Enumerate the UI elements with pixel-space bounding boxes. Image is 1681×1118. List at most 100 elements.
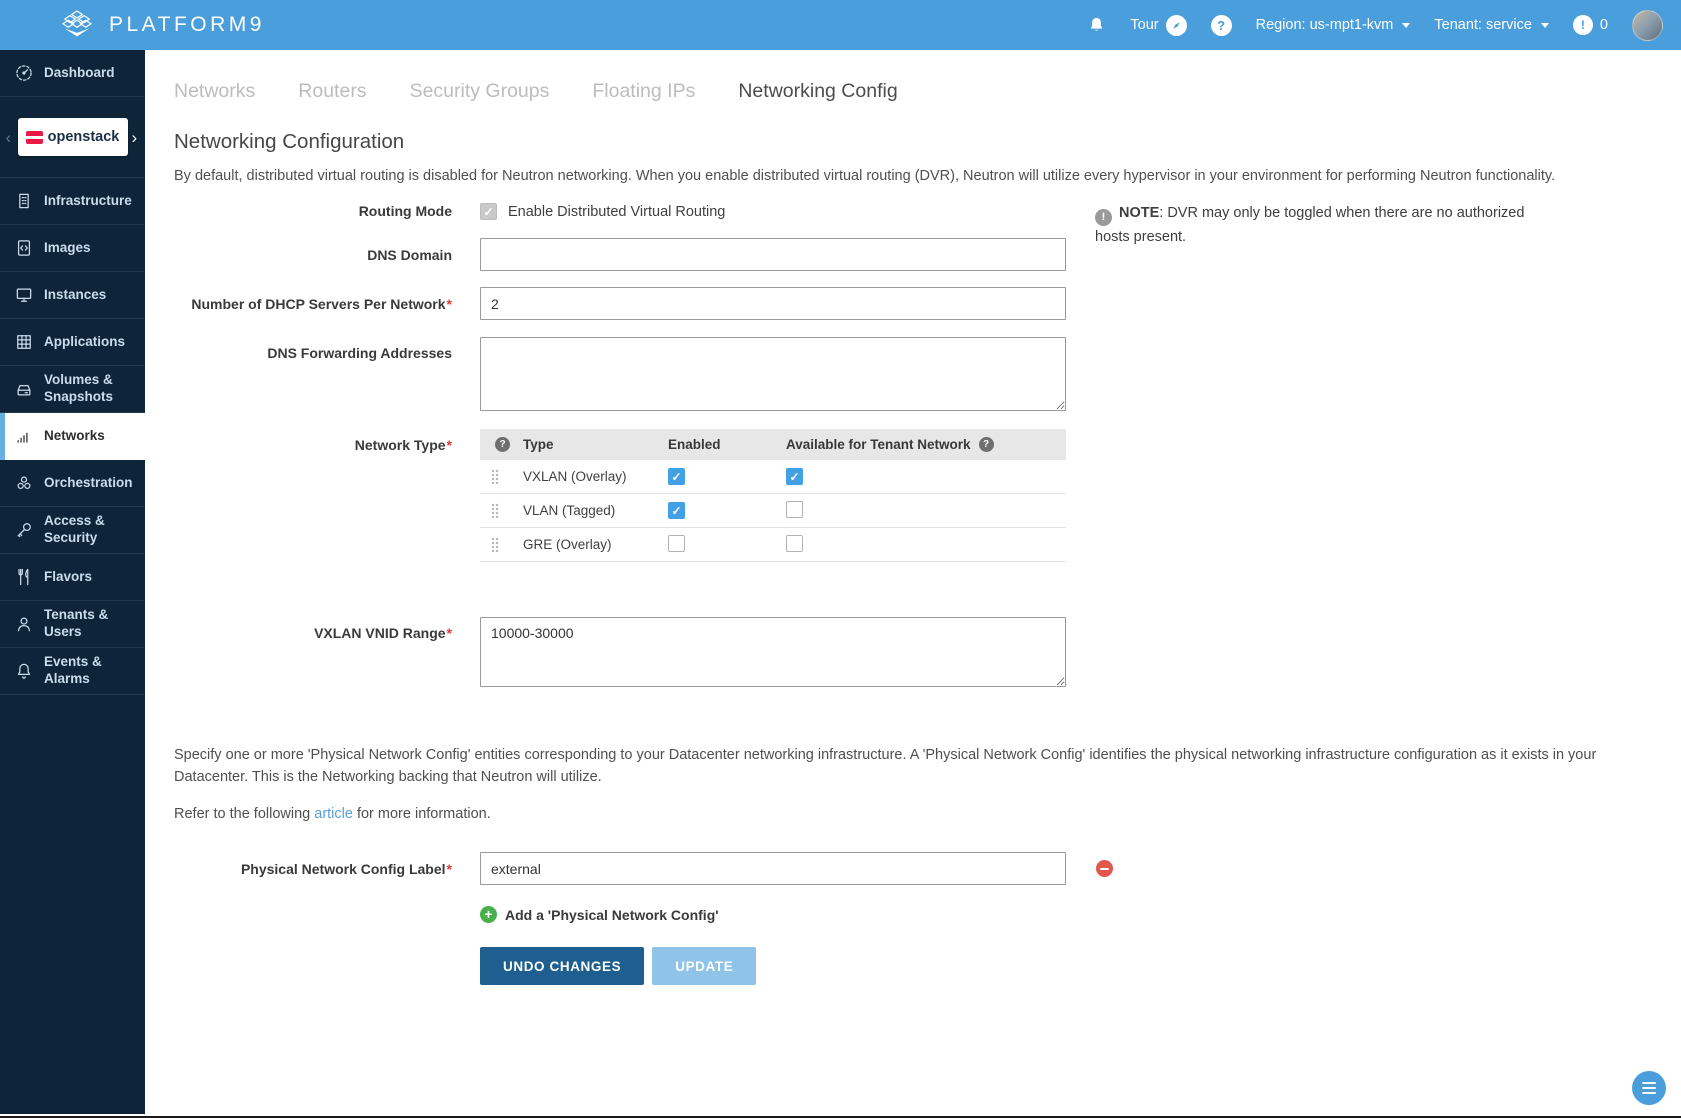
tour-button[interactable]: Tour — [1130, 15, 1186, 36]
field-label-dns-domain: DNS Domain — [174, 247, 452, 263]
dvr-checkbox[interactable] — [480, 203, 497, 220]
article-link[interactable]: article — [314, 806, 353, 822]
brand-text: PLATFORM9 — [109, 13, 265, 37]
sidebar-item-orchestration[interactable]: Orchestration — [0, 460, 145, 507]
sidebar-item-images[interactable]: Images — [0, 225, 145, 272]
sidebar-item-label: Flavors — [44, 569, 92, 586]
floating-menu-button[interactable] — [1632, 1071, 1666, 1105]
help-icon[interactable]: ? — [1211, 15, 1232, 36]
platform9-logo-icon — [56, 9, 98, 41]
dns-domain-input[interactable] — [480, 238, 1066, 271]
openstack-logo[interactable]: openstack — [18, 118, 128, 156]
tab-networks[interactable]: Networks — [174, 80, 255, 103]
access-security-icon — [14, 520, 34, 540]
chevron-down-icon — [1541, 23, 1549, 28]
gre-enabled-checkbox[interactable] — [668, 535, 685, 552]
topbar: PLATFORM9 Tour ? Region: us-mpt1-kvm Ten… — [0, 0, 1681, 50]
tab-routers[interactable]: Routers — [298, 80, 366, 103]
dvr-note: NOTE: DVR may only be toggled when there… — [1095, 202, 1543, 248]
sidebar-item-label: Instances — [44, 287, 106, 304]
required-marker: * — [447, 437, 452, 453]
network-type-name: GRE (Overlay) — [523, 537, 668, 552]
tenants-users-icon — [14, 614, 34, 634]
openstack-label: openstack — [48, 129, 120, 145]
network-type-table: Type Enabled Available for Tenant Networ… — [480, 429, 1066, 562]
sidebar-item-access-security[interactable]: Access & Security — [0, 507, 145, 554]
add-pnc-label: Add a 'Physical Network Config' — [505, 907, 719, 923]
sidebar-item-events-alarms[interactable]: Events & Alarms — [0, 648, 145, 695]
tenant-selector[interactable]: Tenant: service — [1434, 17, 1549, 33]
alerts-indicator[interactable]: ! 0 — [1573, 15, 1608, 35]
note-text: : DVR may only be toggled when there are… — [1095, 205, 1524, 245]
tab-networking-config[interactable]: Networking Config — [738, 80, 897, 103]
tour-label: Tour — [1130, 17, 1158, 33]
networking-config-form: NOTE: DVR may only be toggled when there… — [174, 201, 1661, 1025]
region-label: Region: us-mpt1-kvm — [1256, 17, 1394, 33]
sidebar-item-label: Events & Alarms — [44, 654, 137, 688]
sidebar-item-instances[interactable]: Instances — [0, 272, 145, 319]
drag-handle-icon[interactable] — [491, 537, 499, 552]
vxlan-enabled-checkbox[interactable] — [668, 468, 685, 485]
exclamation-icon: ! — [1573, 15, 1593, 35]
sidebar-item-networks[interactable]: Networks — [0, 413, 145, 460]
openstack-carousel: ‹ openstack › — [0, 97, 145, 178]
drag-handle-icon[interactable] — [491, 503, 499, 518]
vlan-enabled-checkbox[interactable] — [668, 502, 685, 519]
dns-forwarding-textarea[interactable] — [480, 337, 1066, 411]
carousel-right-arrow[interactable]: › — [132, 129, 140, 146]
required-marker: * — [447, 296, 452, 312]
region-selector[interactable]: Region: us-mpt1-kvm — [1256, 17, 1411, 33]
sidebar-item-label: Tenants & Users — [44, 607, 137, 641]
platform9-logo[interactable]: PLATFORM9 — [56, 9, 265, 41]
tab-floating-ips[interactable]: Floating IPs — [592, 80, 695, 103]
vnid-range-textarea[interactable]: 10000-30000 — [480, 617, 1066, 687]
physical-config-intro: Specify one or more 'Physical Network Co… — [174, 745, 1661, 789]
sidebar-item-volumes-snapshots[interactable]: Volumes & Snapshots — [0, 366, 145, 413]
undo-changes-button[interactable]: UNDO CHANGES — [480, 947, 644, 985]
carousel-left-arrow[interactable]: ‹ — [6, 129, 14, 146]
remove-pnc-icon[interactable] — [1096, 860, 1113, 877]
dhcp-servers-input[interactable] — [480, 287, 1066, 320]
add-pnc-button[interactable]: Add a 'Physical Network Config' — [480, 906, 719, 923]
volumes-icon — [14, 379, 34, 399]
sidebar: Dashboard ‹ openstack › Infrastructure I… — [0, 50, 145, 1114]
sidebar-item-flavors[interactable]: Flavors — [0, 554, 145, 601]
table-row-vlan: VLAN (Tagged) — [480, 494, 1066, 528]
sidebar-item-label: Images — [44, 240, 91, 257]
sidebar-item-label: Applications — [44, 334, 125, 351]
table-row-vxlan: VXLAN (Overlay) — [480, 460, 1066, 494]
sidebar-item-applications[interactable]: Applications — [0, 319, 145, 366]
field-label-routing-mode: Routing Mode — [174, 203, 452, 219]
sidebar-item-label: Dashboard — [44, 65, 115, 82]
update-button[interactable]: UPDATE — [652, 947, 756, 985]
sidebar-item-dashboard[interactable]: Dashboard — [0, 50, 145, 97]
help-tooltip-icon[interactable] — [979, 437, 994, 452]
instances-icon — [14, 285, 34, 305]
help-tooltip-icon[interactable] — [495, 437, 510, 452]
notifications-bell-icon[interactable] — [1087, 15, 1106, 35]
column-header-tenant: Available for Tenant Network — [786, 437, 971, 452]
orchestration-icon — [14, 473, 34, 493]
column-header-enabled: Enabled — [668, 437, 786, 452]
column-header-type: Type — [523, 437, 668, 452]
note-alert-icon — [1095, 209, 1112, 226]
sidebar-item-tenants-users[interactable]: Tenants & Users — [0, 601, 145, 648]
sidebar-item-label: Orchestration — [44, 475, 133, 492]
sidebar-item-label: Networks — [44, 428, 105, 445]
sidebar-item-infrastructure[interactable]: Infrastructure — [0, 178, 145, 225]
openstack-mark-icon — [26, 131, 43, 144]
pnc-label-input[interactable] — [480, 852, 1066, 885]
network-type-table-header: Type Enabled Available for Tenant Networ… — [480, 429, 1066, 460]
sidebar-item-label: Access & Security — [44, 513, 137, 547]
tab-security-groups[interactable]: Security Groups — [410, 80, 550, 103]
events-alarms-icon — [14, 661, 34, 681]
add-plus-icon — [480, 906, 497, 923]
vlan-tenant-checkbox[interactable] — [786, 501, 803, 518]
sidebar-item-label: Volumes & Snapshots — [44, 372, 137, 406]
vxlan-tenant-checkbox[interactable] — [786, 468, 803, 485]
required-marker: * — [447, 861, 452, 877]
gre-tenant-checkbox[interactable] — [786, 535, 803, 552]
avatar[interactable] — [1632, 10, 1663, 41]
sidebar-item-label: Infrastructure — [44, 193, 132, 210]
drag-handle-icon[interactable] — [491, 469, 499, 484]
